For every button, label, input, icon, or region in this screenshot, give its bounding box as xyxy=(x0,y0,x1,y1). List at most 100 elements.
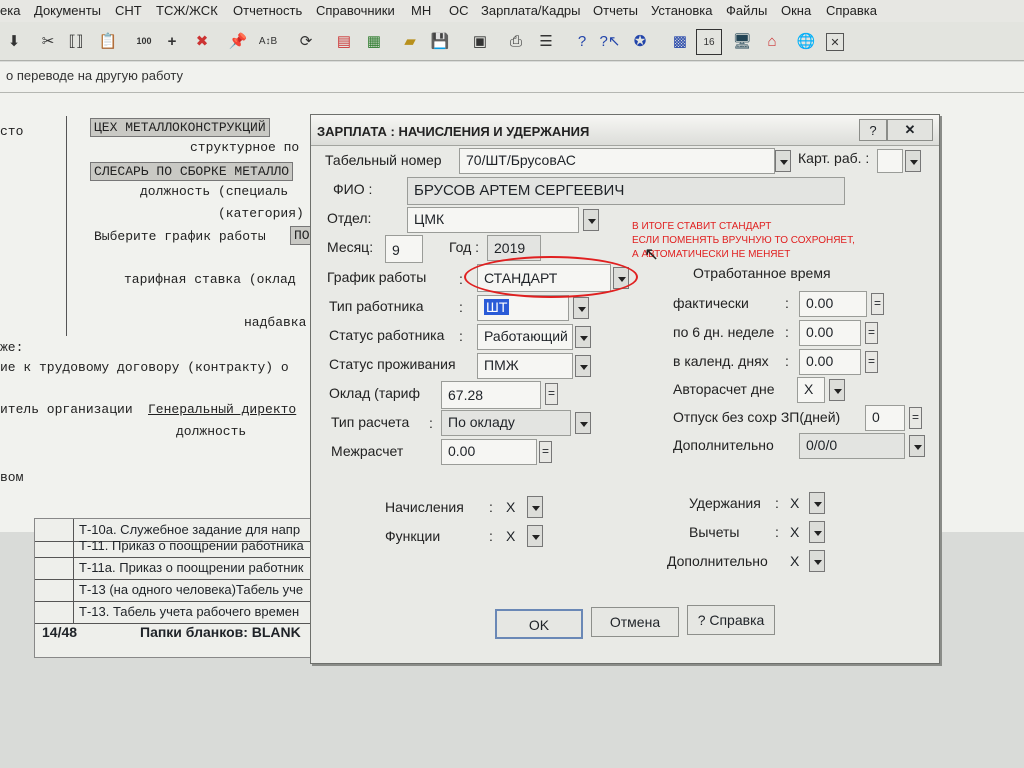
ok-button[interactable]: OK xyxy=(495,609,583,639)
menu-item[interactable]: Окна xyxy=(781,3,811,18)
actual-calc-button[interactable]: = xyxy=(871,293,884,315)
salary-field[interactable]: 67.28 xyxy=(441,381,541,409)
six-day-field[interactable]: 0.00 xyxy=(799,320,861,346)
colon-separator: : xyxy=(785,295,789,311)
help-button[interactable]: ? Справка xyxy=(687,605,775,635)
help-cursor-icon[interactable]: ?↖ xyxy=(598,29,622,53)
extra2-field[interactable]: X xyxy=(783,549,809,575)
status-count: 14/48 xyxy=(42,624,78,640)
menu-item[interactable]: Зарплата/Кадры xyxy=(481,3,581,18)
frame-icon[interactable]: ▣ xyxy=(468,29,492,53)
kart-field[interactable] xyxy=(877,149,903,173)
calc-type-dropdown[interactable] xyxy=(575,412,591,434)
tab-number-field[interactable]: 70/ШТ/БрусовАС xyxy=(459,148,775,174)
menu-item[interactable]: Файлы xyxy=(726,3,767,18)
payroll-dialog: ЗАРПЛАТА : НАЧИСЛЕНИЯ И УДЕРЖАНИЯ ? ✕ Та… xyxy=(310,114,940,664)
fio-field[interactable]: БРУСОВ АРТЕМ СЕРГЕЕВИЧ xyxy=(407,177,845,205)
pin-icon[interactable]: 📌 xyxy=(226,29,250,53)
list-item[interactable]: Т-13. Табель учета рабочего времен xyxy=(35,601,325,624)
unpaid-leave-label: Отпуск без сохр ЗП(дней) xyxy=(673,409,841,425)
delete-icon[interactable]: ✖ xyxy=(190,29,214,53)
counter-icon[interactable]: 100 xyxy=(132,29,156,53)
menu-item[interactable]: Документы xyxy=(34,3,101,18)
accruals-field[interactable]: X xyxy=(499,495,527,521)
deductions-dropdown[interactable] xyxy=(809,492,825,514)
accruals-dropdown[interactable] xyxy=(527,496,543,518)
dept-field[interactable]: ЦМК xyxy=(407,207,579,233)
compass-icon[interactable]: ✪ xyxy=(628,29,652,53)
menu-item[interactable]: ТСЖ/ЖСК xyxy=(156,3,218,18)
scissors-icon[interactable]: ✂ xyxy=(36,29,60,53)
unpaid-leave-field[interactable]: 0 xyxy=(865,405,905,431)
withholdings-dropdown[interactable] xyxy=(809,521,825,543)
worker-type-dropdown[interactable] xyxy=(573,297,589,319)
functions-dropdown[interactable] xyxy=(527,525,543,547)
residence-field[interactable]: ПМЖ xyxy=(477,353,573,379)
sort-icon[interactable]: A↕B xyxy=(256,29,280,53)
actual-field[interactable]: 0.00 xyxy=(799,291,867,317)
kart-dropdown[interactable] xyxy=(905,150,921,172)
autocalc-dropdown[interactable] xyxy=(829,379,845,401)
calc-type-field[interactable]: По окладу xyxy=(441,410,571,436)
menu-item[interactable]: МН xyxy=(411,3,431,18)
calendar-days-field[interactable]: 0.00 xyxy=(799,349,861,375)
dept-dropdown[interactable] xyxy=(583,209,599,231)
calculator-icon[interactable]: ▦ xyxy=(362,29,386,53)
intercalc-field[interactable]: 0.00 xyxy=(441,439,537,465)
salary-calc-button[interactable]: = xyxy=(545,383,558,405)
help-icon[interactable]: ? xyxy=(859,119,887,141)
extra-dropdown[interactable] xyxy=(909,435,925,457)
calendar-days-label: в календ. днях xyxy=(673,353,769,369)
extra2-dropdown[interactable] xyxy=(809,550,825,572)
folder-icon[interactable]: ▰ xyxy=(398,29,422,53)
world-icon[interactable]: 🌐 xyxy=(794,29,818,53)
worker-status-field[interactable]: Работающий xyxy=(477,324,573,350)
menu-item[interactable]: Справочники xyxy=(316,3,395,18)
document-window-title: о переводе на другую работу xyxy=(6,68,183,83)
save-icon[interactable]: 💾 xyxy=(428,29,452,53)
tab-number-dropdown[interactable] xyxy=(775,150,791,172)
menu-item[interactable]: ека xyxy=(0,3,20,18)
calendar-days-calc-button[interactable]: = xyxy=(865,351,878,373)
list-item[interactable]: Т-11. Приказ о поощрении работника xyxy=(35,535,325,558)
functions-field[interactable]: X xyxy=(499,524,527,550)
worker-status-dropdown[interactable] xyxy=(575,326,591,348)
close-icon[interactable]: ✕ xyxy=(826,33,844,51)
home-icon[interactable]: ⌂ xyxy=(760,29,784,53)
menu-item[interactable]: ОС xyxy=(449,3,469,18)
director-field[interactable]: Генеральный директо xyxy=(148,402,296,417)
close-icon[interactable]: ✕ xyxy=(887,119,933,141)
document-icon[interactable]: ▤ xyxy=(332,29,356,53)
autocalc-field[interactable]: X xyxy=(797,377,825,403)
grid-icon[interactable]: ▩ xyxy=(668,29,692,53)
calendar-icon[interactable]: 16 xyxy=(696,29,722,55)
unpaid-leave-calc-button[interactable]: = xyxy=(909,407,922,429)
print-icon[interactable]: ⎙ xyxy=(504,29,528,53)
list-item[interactable]: Т-11а. Приказ о поощрении работник xyxy=(35,557,325,580)
month-field[interactable]: 9 xyxy=(385,235,423,263)
worker-type-field[interactable]: ШТ xyxy=(477,295,569,321)
residence-dropdown[interactable] xyxy=(575,355,591,377)
bracket-icon[interactable]: ⟦⟧ xyxy=(64,29,88,53)
arrow-down-icon[interactable]: ⬇ xyxy=(2,29,26,53)
monitor-icon[interactable]: 🖥 xyxy=(730,29,754,53)
paste-icon[interactable]: 📋 xyxy=(96,29,120,53)
menu-item[interactable]: Отчетность xyxy=(233,3,302,18)
menu-item[interactable]: СНТ xyxy=(115,3,142,18)
deductions-field[interactable]: X xyxy=(783,491,809,517)
intercalc-calc-button[interactable]: = xyxy=(539,441,552,463)
plus-icon[interactable]: + xyxy=(160,29,184,53)
department-field[interactable]: ЦЕХ МЕТАЛЛОКОНСТРУКЦИЙ xyxy=(90,118,270,137)
refresh-icon[interactable]: ⟳ xyxy=(294,29,318,53)
menu-item[interactable]: Справка xyxy=(826,3,877,18)
list-icon[interactable]: ☰ xyxy=(534,29,558,53)
menu-item[interactable]: Установка xyxy=(651,3,712,18)
position-field[interactable]: СЛЕСАРЬ ПО СБОРКЕ МЕТАЛЛО xyxy=(90,162,294,181)
extra-field[interactable]: 0/0/0 xyxy=(799,433,905,459)
six-day-calc-button[interactable]: = xyxy=(865,322,878,344)
list-item[interactable]: Т-13 (на одного человека)Табель уче xyxy=(35,579,325,602)
cancel-button[interactable]: Отмена xyxy=(591,607,679,637)
menu-item[interactable]: Отчеты xyxy=(593,3,638,18)
withholdings-field[interactable]: X xyxy=(783,520,809,546)
help-icon[interactable]: ? xyxy=(570,29,594,53)
